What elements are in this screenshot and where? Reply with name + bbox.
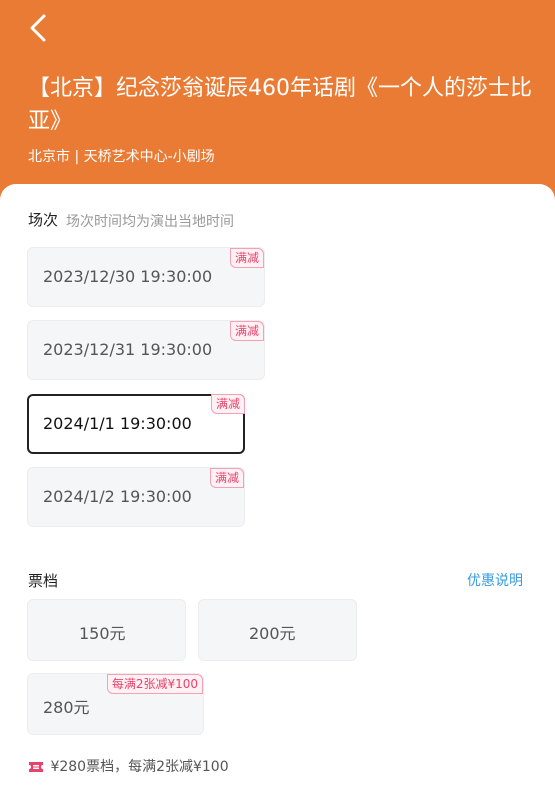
ticket-icon (29, 762, 43, 772)
show-title: 【北京】纪念莎翁诞辰460年话剧《一个人的莎士比亚》 (28, 76, 532, 134)
price-label: 200元 (249, 624, 296, 643)
page-header: 【北京】纪念莎翁诞辰460年话剧《一个人的莎士比亚》 北京市 | 天桥艺术中心-… (0, 0, 555, 200)
session-time: 2024/1/1 19:30:00 (43, 414, 192, 433)
session-time: 2023/12/31 19:30:00 (43, 340, 213, 359)
discount-badge: 满减 (209, 468, 244, 488)
promo-text: ¥280票档，每满2张减¥100 (50, 759, 229, 775)
discount-badge: 每满2张减¥100 (106, 674, 203, 694)
session-time: 2023/12/30 19:30:00 (43, 267, 213, 286)
back-icon[interactable] (22, 10, 58, 46)
price-option-200[interactable]: 200元 (198, 599, 357, 661)
session-option-3[interactable]: 2024/1/1 19:30:00 满减 (27, 394, 245, 454)
session-time: 2024/1/2 19:30:00 (43, 487, 192, 506)
session-option-4[interactable]: 2024/1/2 19:30:00 满减 (27, 467, 245, 527)
price-section-label: 票档 (28, 572, 59, 590)
discount-badge: 满减 (229, 321, 264, 341)
session-option-2[interactable]: 2023/12/31 19:30:00 满减 (27, 320, 265, 380)
session-option-1[interactable]: 2023/12/30 19:30:00 满减 (27, 247, 265, 307)
promo-note: ¥280票档，每满2张减¥100 (28, 756, 229, 776)
discount-info-link[interactable]: 优惠说明 (467, 570, 523, 590)
discount-badge: 满减 (210, 394, 245, 414)
price-option-280[interactable]: 280元 每满2张减¥100 (27, 673, 204, 735)
price-option-150[interactable]: 150元 (27, 599, 186, 661)
price-label: 150元 (79, 624, 126, 643)
venue-text: 北京市 | 天桥艺术中心-小剧场 (28, 149, 215, 165)
discount-badge: 满减 (229, 248, 264, 268)
session-section-label: 场次 (28, 211, 59, 229)
price-label: 280元 (43, 698, 90, 717)
session-section-note: 场次时间均为演出当地时间 (66, 214, 234, 230)
